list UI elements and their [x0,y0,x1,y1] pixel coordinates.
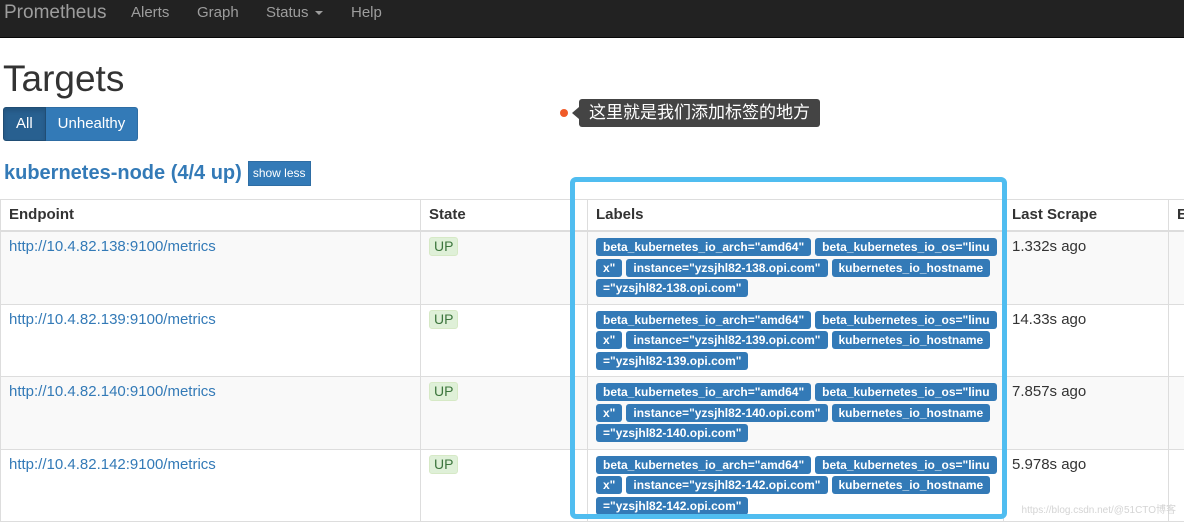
job-title[interactable]: kubernetes-node (4/4 up) [4,160,242,186]
header-state: State [421,200,588,232]
table-row: http://10.4.82.142:9100/metrics UP beta_… [1,449,1184,522]
state-badge: UP [429,310,458,329]
last-scrape: 1.332s ago [1012,238,1086,255]
targets-table: Endpoint State Labels Last Scrape E http… [0,199,1184,522]
show-less-button[interactable]: show less [248,161,311,186]
label-chip: instance="yzsjhl82-142.opi.com" [626,476,827,494]
page-title: Targets [3,58,124,100]
header-labels: Labels [588,200,1004,232]
endpoint-link[interactable]: http://10.4.82.140:9100/metrics [9,383,216,400]
annotation-callout: 这里就是我们添加标签的地方 [560,99,820,127]
nav-alerts[interactable]: Alerts [131,3,169,23]
endpoint-link[interactable]: http://10.4.82.139:9100/metrics [9,311,216,328]
nav-status[interactable]: Status [266,3,323,23]
labels-cell: beta_kubernetes_io_arch="amd64"beta_kube… [588,449,1004,522]
header-last-scrape: Last Scrape [1004,200,1169,232]
nav-graph[interactable]: Graph [197,3,239,23]
callout-text: 这里就是我们添加标签的地方 [579,99,820,127]
callout-dot-icon [560,109,568,117]
labels-cell: beta_kubernetes_io_arch="amd64"beta_kube… [588,231,1004,304]
label-chip: beta_kubernetes_io_arch="amd64" [596,311,811,329]
state-badge: UP [429,382,458,401]
labels-cell: beta_kubernetes_io_arch="amd64"beta_kube… [588,377,1004,450]
last-scrape: 7.857s ago [1012,383,1086,400]
label-chip: instance="yzsjhl82-140.opi.com" [626,404,827,422]
nav-status-label: Status [266,4,309,21]
labels-cell: beta_kubernetes_io_arch="amd64"beta_kube… [588,304,1004,377]
label-chip: instance="yzsjhl82-138.opi.com" [626,259,827,277]
callout-arrow-icon [572,107,579,119]
table-row: http://10.4.82.138:9100/metrics UP beta_… [1,231,1184,304]
filter-all-button[interactable]: All [3,107,46,141]
state-badge: UP [429,455,458,474]
table-row: http://10.4.82.139:9100/metrics UP beta_… [1,304,1184,377]
error-cell [1169,377,1184,450]
caret-down-icon [315,11,323,15]
table-header-row: Endpoint State Labels Last Scrape E [1,200,1184,232]
label-chip: beta_kubernetes_io_arch="amd64" [596,456,811,474]
navbar: Prometheus Alerts Graph Status Help [0,0,1184,38]
filter-button-group: All Unhealthy [3,107,138,141]
job-header: kubernetes-node (4/4 up) show less [4,160,311,186]
last-scrape: 5.978s ago [1012,456,1086,473]
nav-help[interactable]: Help [351,3,382,23]
watermark: https://blog.csdn.net/@51CTO博客 [1022,501,1176,516]
label-chip: instance="yzsjhl82-139.opi.com" [626,331,827,349]
endpoint-link[interactable]: http://10.4.82.142:9100/metrics [9,456,216,473]
endpoint-link[interactable]: http://10.4.82.138:9100/metrics [9,238,216,255]
last-scrape: 14.33s ago [1012,311,1086,328]
brand-link[interactable]: Prometheus [4,1,106,25]
label-chip: beta_kubernetes_io_arch="amd64" [596,383,811,401]
header-endpoint: Endpoint [1,200,421,232]
table-row: http://10.4.82.140:9100/metrics UP beta_… [1,377,1184,450]
error-cell [1169,304,1184,377]
error-cell [1169,231,1184,304]
state-badge: UP [429,237,458,256]
label-chip: beta_kubernetes_io_arch="amd64" [596,238,811,256]
header-error: E [1169,200,1184,232]
filter-unhealthy-button[interactable]: Unhealthy [46,107,139,141]
